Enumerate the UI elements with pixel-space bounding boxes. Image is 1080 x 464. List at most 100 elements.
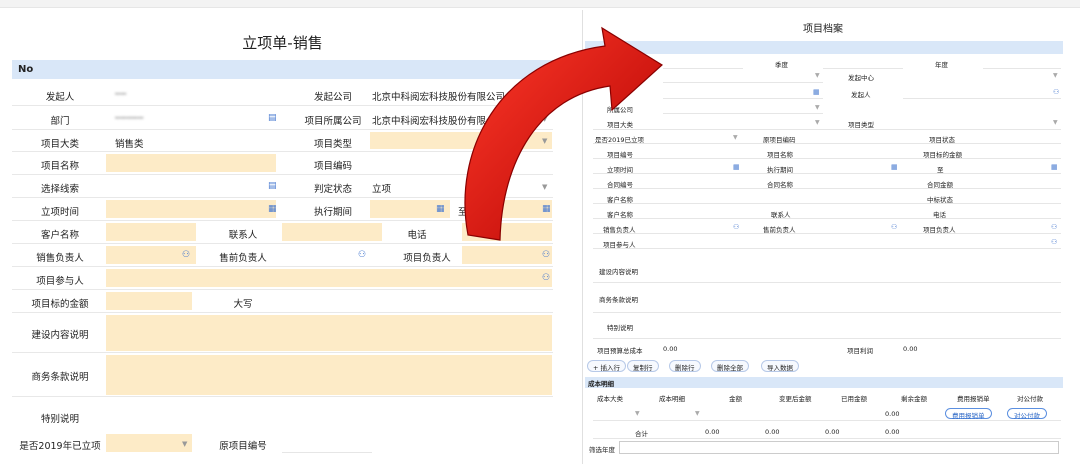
type-label: 项目类型 (848, 121, 874, 129)
y2019-select[interactable] (106, 434, 192, 452)
field-line (593, 143, 1061, 144)
copy-row-button[interactable]: 复制行 (627, 360, 659, 372)
total-changed-amount: 0.00 (765, 428, 780, 436)
col-public-payment: 对公付款 (1017, 395, 1043, 403)
start-date-input[interactable] (106, 200, 276, 218)
col-remaining-amount: 剩余金额 (901, 395, 927, 403)
period-end-input[interactable] (474, 200, 552, 218)
status-select[interactable]: 立项 (372, 181, 391, 195)
chevron-down-icon[interactable]: ▼ (815, 104, 820, 111)
clue-label: 选择线索 (40, 184, 79, 195)
user-icon[interactable]: ⚇ (358, 250, 366, 260)
members-input[interactable] (106, 269, 552, 287)
chevron-down-icon[interactable]: ▼ (542, 137, 547, 145)
col-expense-form: 费用报销单 (957, 395, 990, 403)
contact-label: 联系人 (228, 230, 258, 241)
org-picker-icon[interactable]: ▤ (268, 113, 277, 123)
field-line (593, 248, 1061, 249)
budget-value: 0.00 (663, 345, 678, 353)
profit-label: 项目利润 (847, 347, 873, 355)
customer-label: 客户名称 (40, 230, 79, 241)
public-payment-button[interactable]: 对公付款 (1007, 408, 1047, 420)
amount-label: 项目标的金额 (31, 299, 89, 310)
row-initiator: 发起人 ╍╍ 发起公司 北京中科阅宏科技股份有限公司 (12, 82, 553, 106)
pm-label: 项目负责人 (403, 253, 451, 264)
type-select[interactable] (370, 132, 552, 149)
user-icon[interactable]: ⚇ (1053, 88, 1059, 96)
chevron-down-icon[interactable]: ▼ (542, 183, 547, 191)
customer-input[interactable] (106, 223, 196, 241)
terms-textarea[interactable] (106, 355, 552, 395)
chevron-down-icon[interactable]: ▼ (695, 410, 700, 417)
initiator-label: 发起人 (45, 92, 75, 103)
chevron-down-icon[interactable]: ▼ (635, 410, 640, 417)
phone-input[interactable] (462, 223, 552, 241)
dept-label: 部门 (50, 116, 70, 127)
phone-label: 电话 (407, 230, 427, 241)
content-textarea[interactable] (106, 315, 552, 351)
category-label: 项目大类 (607, 121, 633, 129)
row-members: 项目参与人 ⚇ (12, 267, 553, 290)
row-customer: 客户名称 联系人 电话 (12, 221, 553, 244)
contact-input[interactable] (282, 223, 382, 241)
calendar-icon[interactable]: ▦ (891, 163, 898, 171)
row-amount: 项目标的金额 大写 (12, 290, 553, 313)
period-label: 执行期间 (313, 207, 352, 218)
chevron-down-icon[interactable]: ▼ (1053, 119, 1058, 126)
insert-row-button[interactable]: + 插入行 (587, 360, 627, 372)
total-used-amount: 0.00 (825, 428, 840, 436)
chevron-down-icon[interactable]: ▼ (182, 440, 187, 448)
row-owners: 销售负责人 ⚇ 售前负责人 ⚇ 项目负责人 ⚇ (12, 244, 553, 267)
status-label: 判定状态 (313, 184, 352, 195)
profit-value: 0.00 (903, 345, 918, 353)
user-icon[interactable]: ⚇ (542, 250, 550, 260)
filter-year-input[interactable] (619, 441, 1059, 454)
amount-input[interactable] (106, 292, 192, 310)
user-icon[interactable]: ⚇ (1051, 238, 1057, 246)
row-dept: 部门 ╍╍╍╍╍ ▤ 项目所属公司 北京中科阅宏科技股份有限公司 ▼ (12, 106, 553, 130)
field-line (593, 282, 1061, 283)
calendar-icon[interactable]: ▦ (436, 204, 445, 214)
calendar-icon[interactable]: ▦ (733, 163, 740, 171)
orig-code-input[interactable] (282, 452, 372, 453)
delete-row-button[interactable]: 删除行 (669, 360, 701, 372)
dept-value: ╍╍╍╍╍ (115, 113, 144, 124)
calendar-icon[interactable]: ▦ (268, 204, 277, 214)
expense-form-button[interactable]: 费用报销单 (945, 408, 992, 420)
user-icon[interactable]: ⚇ (1051, 223, 1057, 231)
chevron-down-icon[interactable]: ▼ (815, 72, 820, 79)
chevron-down-icon[interactable]: ▼ (815, 119, 820, 126)
presales-label: 售前负责人 (219, 253, 267, 264)
user-icon[interactable]: ⚇ (182, 250, 190, 260)
year-label: 年度 (935, 61, 948, 69)
import-data-button[interactable]: 导入数据 (761, 360, 799, 372)
section-no-header: No (12, 60, 553, 79)
row-clue: 选择线索 ▤ 判定状态 立项 ▼ (12, 175, 553, 198)
calendar-icon[interactable]: ▦ (813, 88, 820, 96)
user-icon[interactable]: ⚇ (542, 273, 550, 283)
belong-company-select[interactable]: 北京中科阅宏科技股份有限公司 (372, 113, 505, 127)
season-label: 季度 (775, 61, 788, 69)
col-amount: 金额 (729, 395, 742, 403)
chevron-down-icon[interactable]: ▼ (733, 134, 738, 141)
chevron-down-icon[interactable]: ▼ (542, 115, 547, 123)
delete-all-button[interactable]: 删除全部 (711, 360, 749, 372)
row-name: 项目名称 项目编码 (12, 152, 553, 175)
clue-picker-icon[interactable]: ▤ (268, 181, 277, 191)
name-input[interactable] (106, 154, 276, 172)
calendar-icon[interactable]: ▦ (542, 204, 551, 214)
pm-input[interactable] (462, 246, 552, 264)
user-icon[interactable]: ⚇ (733, 223, 739, 231)
col-changed-amount: 变更后金额 (779, 395, 812, 403)
field-line (593, 312, 1061, 313)
chevron-down-icon[interactable]: ▼ (1053, 72, 1058, 79)
row-remaining-value: 0.00 (885, 410, 900, 418)
row-terms: 商务条款说明 (12, 353, 553, 397)
col-cost-category: 成本大类 (597, 395, 623, 403)
field-line (593, 233, 1061, 234)
content-label: 建设内容说明 (599, 268, 638, 276)
user-icon[interactable]: ⚇ (891, 223, 897, 231)
row-start: 立项时间 ▦ 执行期间 ▦ 至 ▦ (12, 198, 553, 221)
form-title: 项目档案 (803, 24, 843, 35)
calendar-icon[interactable]: ▦ (1051, 163, 1058, 171)
